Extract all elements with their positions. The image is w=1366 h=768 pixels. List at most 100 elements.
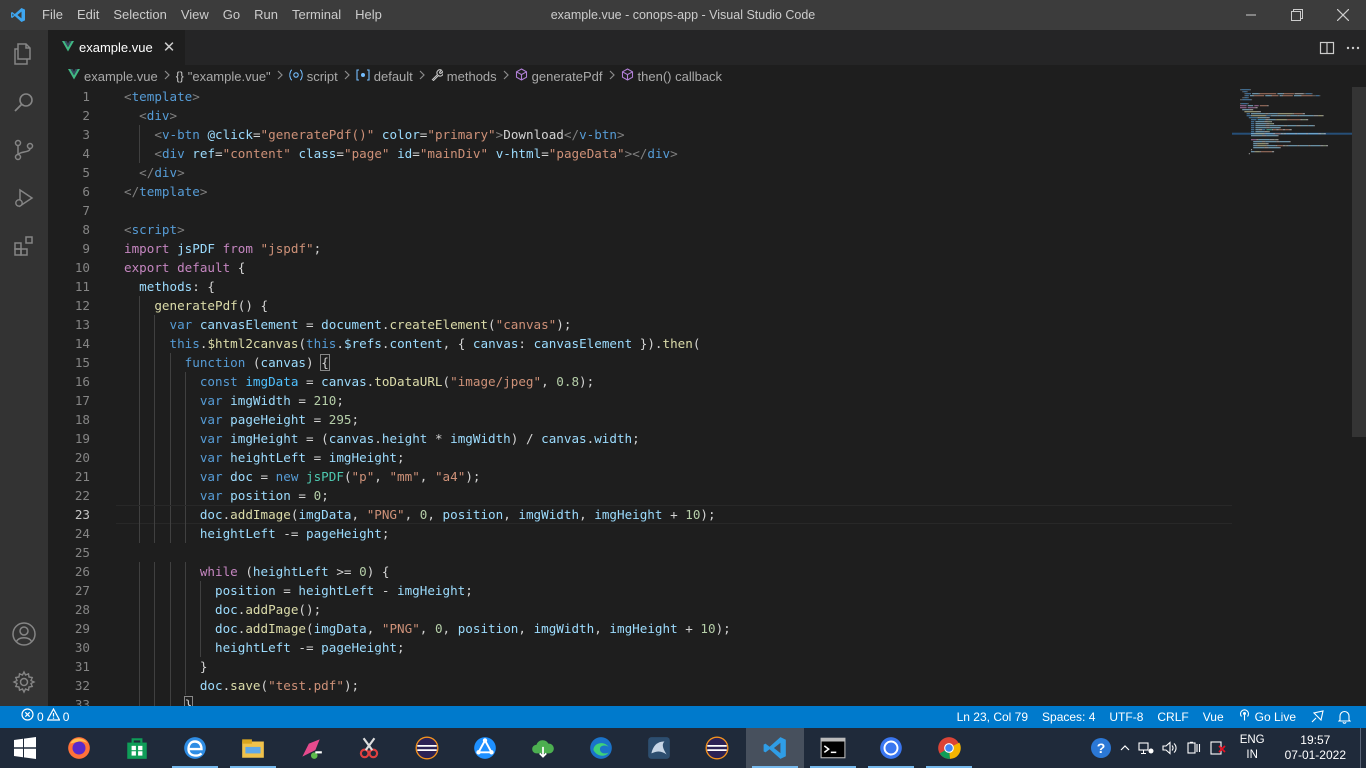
edge-icon[interactable] <box>572 728 630 768</box>
feedback-icon[interactable] <box>1303 706 1331 728</box>
indentation[interactable]: Spaces: 4 <box>1035 706 1102 728</box>
windows-start-icon[interactable] <box>0 728 50 768</box>
code-line[interactable]: position = heightLeft - imgHeight; <box>116 581 1232 600</box>
code-line[interactable]: doc.save("test.pdf"); <box>116 676 1232 695</box>
chevron-up-icon[interactable] <box>1116 728 1134 768</box>
network-icon[interactable] <box>1134 728 1158 768</box>
code-line[interactable]: heightLeft -= pageHeight; <box>116 638 1232 657</box>
source-control-icon[interactable] <box>0 126 48 174</box>
scrollbar-thumb[interactable] <box>1352 87 1366 437</box>
close-window-button[interactable] <box>1320 0 1366 30</box>
terminal-icon[interactable] <box>804 728 862 768</box>
menu-go[interactable]: Go <box>216 0 247 30</box>
eclipse-icon[interactable] <box>398 728 456 768</box>
code-line[interactable]: </div> <box>116 163 1232 182</box>
code-line[interactable] <box>116 543 1232 562</box>
mysql-workbench-icon[interactable] <box>630 728 688 768</box>
language-mode[interactable]: Vue <box>1196 706 1231 728</box>
menu-file[interactable]: File <box>35 0 70 30</box>
code-line[interactable]: while (heightLeft >= 0) { <box>116 562 1232 581</box>
snipping-icon[interactable] <box>340 728 398 768</box>
code-content[interactable]: <template> <div> <v-btn @click="generate… <box>116 87 1232 706</box>
code-line[interactable]: </template> <box>116 182 1232 201</box>
input-language[interactable]: ENG IN <box>1230 733 1275 763</box>
code-line[interactable]: var position = 0; <box>116 486 1232 505</box>
code-line[interactable]: import jsPDF from "jspdf"; <box>116 239 1232 258</box>
code-line[interactable]: <div> <box>116 106 1232 125</box>
code-line[interactable]: <v-btn @click="generatePdf()" color="pri… <box>116 125 1232 144</box>
split-editor-icon[interactable] <box>1314 30 1340 65</box>
problems-indicator[interactable]: 0 0 <box>14 706 76 728</box>
chrome-icon[interactable] <box>920 728 978 768</box>
code-line[interactable]: var canvasElement = document.createEleme… <box>116 315 1232 334</box>
code-line[interactable] <box>116 201 1232 220</box>
code-line[interactable]: <template> <box>116 87 1232 106</box>
signal-icon[interactable] <box>862 728 920 768</box>
code-line[interactable]: <div ref="content" class="page" id="main… <box>116 144 1232 163</box>
code-line[interactable]: const imgData = canvas.toDataURL("image/… <box>116 372 1232 391</box>
code-line[interactable]: <script> <box>116 220 1232 239</box>
vertical-scrollbar[interactable] <box>1352 87 1366 706</box>
code-line[interactable]: } <box>116 657 1232 676</box>
edge-legacy-icon[interactable] <box>166 728 224 768</box>
show-desktop-button[interactable] <box>1360 728 1366 768</box>
encoding[interactable]: UTF-8 <box>1102 706 1150 728</box>
code-line[interactable]: var heightLeft = imgHeight; <box>116 448 1232 467</box>
action-center-icon[interactable] <box>1206 728 1230 768</box>
code-line[interactable]: var pageHeight = 295; <box>116 410 1232 429</box>
breadcrumb-item[interactable]: generatePdf <box>515 68 603 84</box>
code-line[interactable]: methods: { <box>116 277 1232 296</box>
notifications-bell-icon[interactable] <box>1331 706 1358 728</box>
code-line[interactable]: doc.addImage(imgData, "PNG", 0, position… <box>116 505 1232 524</box>
file-explorer-icon[interactable] <box>224 728 282 768</box>
code-line[interactable]: function (canvas) { <box>116 353 1232 372</box>
code-line[interactable]: export default { <box>116 258 1232 277</box>
explorer-icon[interactable] <box>0 30 48 78</box>
help-icon[interactable]: ? <box>1086 728 1116 768</box>
restore-button[interactable] <box>1274 0 1320 30</box>
code-line[interactable]: var imgHeight = (canvas.height * imgWidt… <box>116 429 1232 448</box>
tab-example-vue[interactable]: example.vue ✕ <box>48 30 186 65</box>
code-line[interactable]: var imgWidth = 210; <box>116 391 1232 410</box>
breadcrumb-item[interactable]: methods <box>431 69 497 84</box>
cursor-position[interactable]: Ln 23, Col 79 <box>950 706 1035 728</box>
cloud-icon[interactable] <box>514 728 572 768</box>
code-line[interactable]: } <box>116 695 1232 706</box>
breadcrumb-item[interactable]: then() callback <box>621 68 723 84</box>
breadcrumb-item[interactable]: example.vue <box>68 69 158 84</box>
code-line[interactable]: generatePdf() { <box>116 296 1232 315</box>
code-line[interactable]: doc.addPage(); <box>116 600 1232 619</box>
vscode-icon[interactable] <box>746 728 804 768</box>
menu-edit[interactable]: Edit <box>70 0 106 30</box>
firefox-icon[interactable] <box>50 728 108 768</box>
menu-view[interactable]: View <box>174 0 216 30</box>
volume-icon[interactable] <box>1158 728 1182 768</box>
breadcrumb-item[interactable]: script <box>289 69 338 84</box>
vscode-logo-icon[interactable] <box>0 0 35 30</box>
sync-icon[interactable] <box>456 728 514 768</box>
breadcrumb-item[interactable]: default <box>356 69 413 84</box>
minimap[interactable] <box>1232 87 1352 706</box>
code-editor[interactable]: 1234567891011121314151617181920212223242… <box>48 87 1366 706</box>
code-line[interactable]: this.$html2canvas(this.$refs.content, { … <box>116 334 1232 353</box>
menu-selection[interactable]: Selection <box>106 0 173 30</box>
battery-icon[interactable] <box>1182 728 1206 768</box>
go-live-button[interactable]: Go Live <box>1231 706 1303 728</box>
run-debug-icon[interactable] <box>0 174 48 222</box>
end-of-line[interactable]: CRLF <box>1150 706 1195 728</box>
more-actions-icon[interactable] <box>1340 30 1366 65</box>
extensions-icon[interactable] <box>0 222 48 270</box>
menu-run[interactable]: Run <box>247 0 285 30</box>
clock[interactable]: 19:57 07-01-2022 <box>1275 733 1360 763</box>
code-line[interactable]: doc.addImage(imgData, "PNG", 0, position… <box>116 619 1232 638</box>
store-icon[interactable] <box>108 728 166 768</box>
manage-gear-icon[interactable] <box>0 658 48 706</box>
accounts-icon[interactable] <box>0 610 48 658</box>
search-icon[interactable] <box>0 78 48 126</box>
minimize-button[interactable] <box>1228 0 1274 30</box>
eclipse-icon-2[interactable] <box>688 728 746 768</box>
paint-icon[interactable] <box>282 728 340 768</box>
code-line[interactable]: var doc = new jsPDF("p", "mm", "a4"); <box>116 467 1232 486</box>
breadcrumb-item[interactable]: {} "example.vue" <box>176 69 271 84</box>
close-tab-icon[interactable]: ✕ <box>163 40 176 55</box>
